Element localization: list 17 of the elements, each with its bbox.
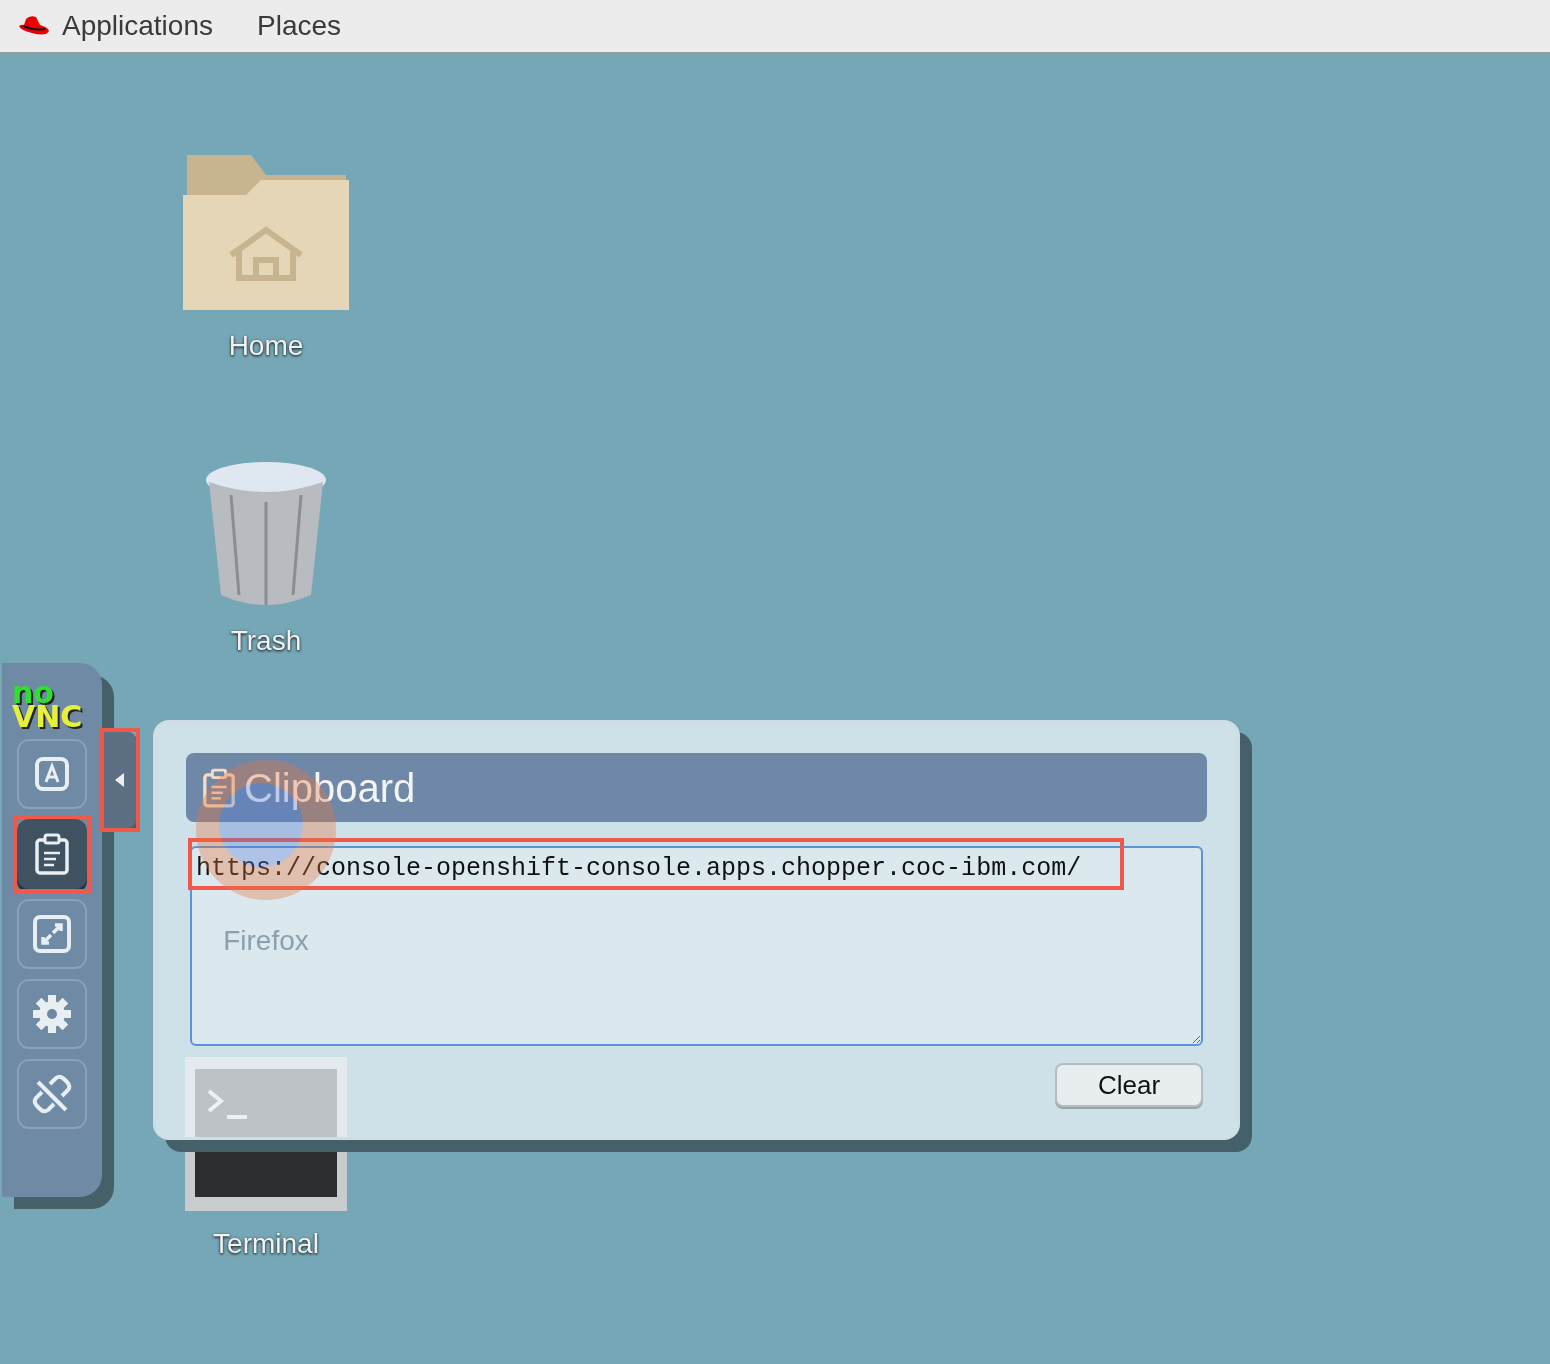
expand-icon	[33, 915, 71, 953]
toolbar-button[interactable]	[17, 979, 87, 1049]
keyboard-icon	[34, 756, 70, 792]
menu-item[interactable]: Applications	[62, 5, 213, 47]
toolbar-button[interactable]	[17, 899, 87, 969]
novnc-logo: no VNC	[12, 681, 83, 729]
clear-button[interactable]: Clear	[1055, 1063, 1203, 1107]
clipboard-icon	[34, 833, 70, 875]
settings-icon	[32, 994, 72, 1034]
hat-icon	[18, 15, 50, 37]
toolbar-button[interactable]	[17, 739, 87, 809]
left-triangle-icon	[115, 773, 125, 787]
panel-title: Clipboard	[244, 764, 416, 812]
menu-item[interactable]: Places	[257, 5, 342, 47]
toolbar-button[interactable]	[17, 1059, 87, 1129]
broken-link-icon	[32, 1074, 72, 1114]
clipboard-icon	[202, 767, 236, 808]
